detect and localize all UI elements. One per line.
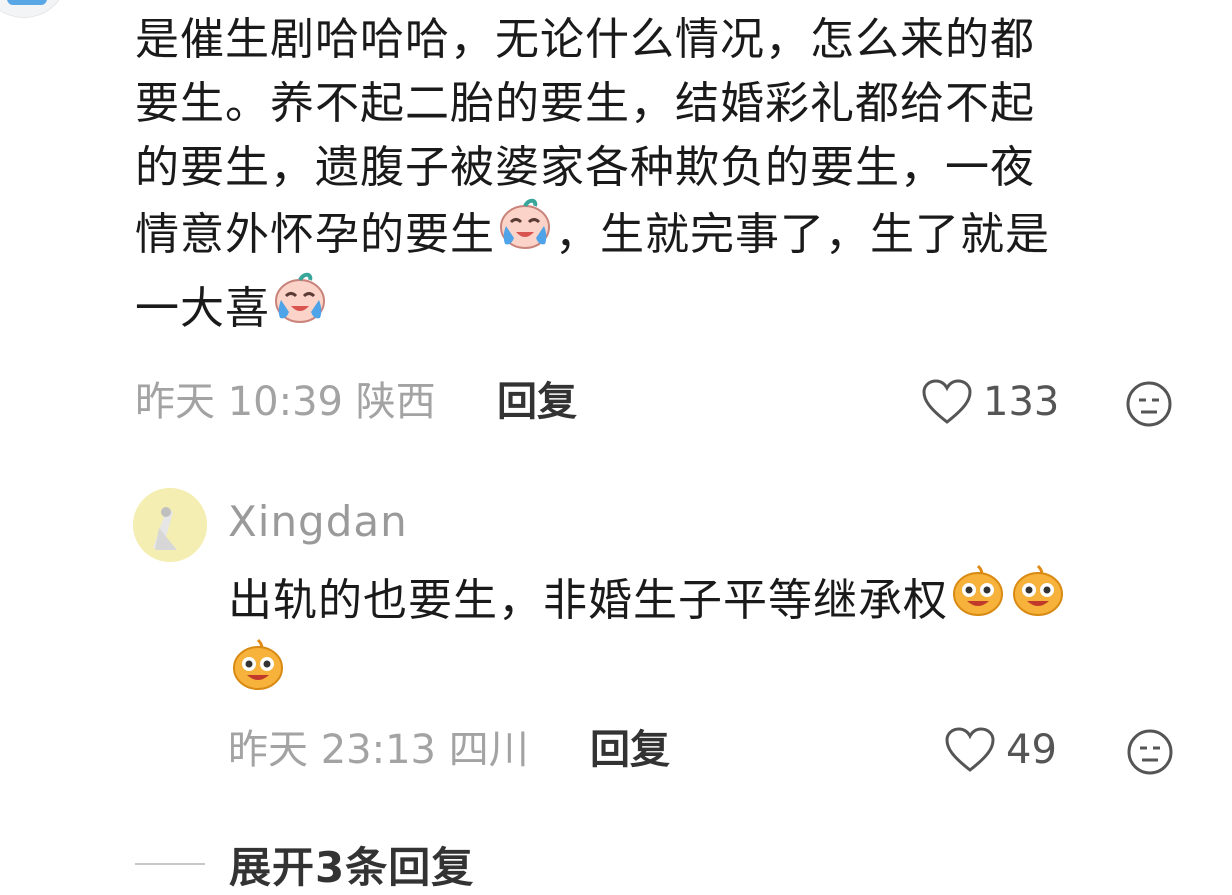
comment-line-4a: 情意外怀孕的要生 [135, 209, 495, 260]
reply-location: 四川 [448, 727, 529, 773]
comment-time: 昨天 10:39 [135, 379, 343, 425]
reply-button[interactable]: 回复 [497, 374, 577, 430]
avatar-image [7, 0, 47, 5]
comment-line-3: 的要生，遗腹子被婆家各种欺负的要生，一夜 [135, 142, 1035, 193]
grinning-face-icon [230, 636, 286, 710]
comment-location: 陕西 [355, 379, 436, 425]
comment-meta-row: 昨天 10:39 陕西 回复 133 [135, 374, 1175, 430]
comment-meta-info: 昨天 10:39 陕西 [135, 374, 436, 430]
reply-username[interactable]: Xingdan [228, 494, 408, 550]
comment-line-4b: ，生就完事了，生了就是 [555, 209, 1050, 260]
like-count: 133 [983, 379, 1060, 425]
comment-line-1: 是催生剧哈哈哈，无论什么情况，怎么来的都 [135, 14, 1035, 65]
crying-laughing-face-icon [497, 196, 553, 270]
dislike-face-icon[interactable] [1125, 380, 1173, 428]
divider-line [135, 863, 205, 865]
like-count: 49 [1006, 727, 1057, 773]
expand-replies-button[interactable]: 展开3条回复 [135, 836, 474, 892]
avatar-image [133, 488, 207, 562]
dislike-face-icon[interactable] [1126, 728, 1174, 776]
heart-icon [945, 727, 995, 772]
heart-icon [922, 379, 972, 424]
grinning-face-icon [950, 562, 1006, 636]
comment-line-2: 要生。养不起二胎的要生，结婚彩礼都给不起 [135, 78, 1035, 129]
reply-line-1: 出轨的也要生，非婚生子平等继承权 [228, 575, 948, 626]
like-button[interactable]: 133 [921, 374, 1059, 430]
reply-button[interactable]: 回复 [590, 722, 670, 778]
reply-meta-row: 昨天 23:13 四川 回复 49 [228, 722, 1178, 778]
crying-laughing-face-icon [272, 270, 328, 344]
like-button[interactable]: 49 [944, 722, 1057, 778]
comment-text: 是催生剧哈哈哈，无论什么情况，怎么来的都 要生。养不起二胎的要生，结婚彩礼都给不… [135, 8, 1195, 348]
reply-time: 昨天 23:13 [228, 727, 436, 773]
reply-meta-info: 昨天 23:13 四川 [228, 722, 529, 778]
expand-replies-label: 展开3条回复 [229, 842, 475, 892]
reply-text: 出轨的也要生，非婚生子平等继承权 [228, 564, 1188, 714]
comment-line-5: 一大喜 [135, 283, 270, 334]
grinning-face-icon [1010, 562, 1066, 636]
reply-avatar[interactable] [133, 488, 207, 562]
commenter-avatar[interactable] [0, 0, 68, 18]
